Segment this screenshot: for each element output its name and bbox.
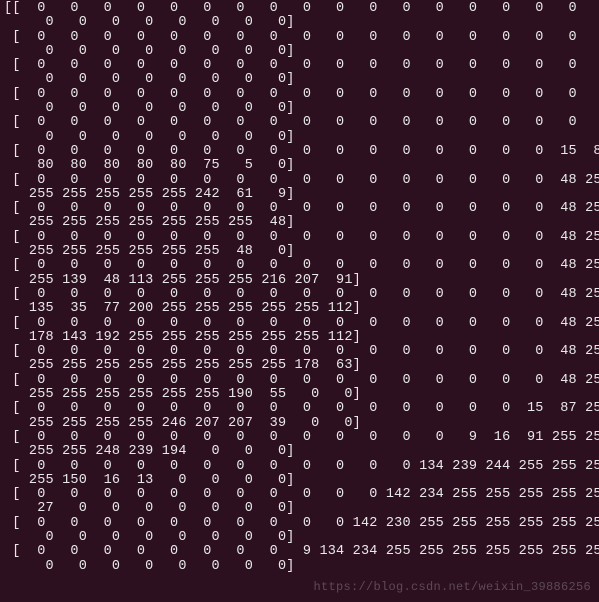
matrix-line: 255 255 255 255 255 255 255 48]: [4, 216, 599, 230]
matrix-line: [ 0 0 0 0 0 0 0 0 0 0 0 0 0 0 0 0 48 255…: [4, 288, 599, 302]
matrix-line: 0 0 0 0 0 0 0 0]: [4, 73, 599, 87]
matrix-line: [ 0 0 0 0 0 0 0 0 0 0 0 0 0 0 0 0 48 255…: [4, 317, 599, 331]
matrix-line: [ 0 0 0 0 0 0 0 0 0 0 0 0 0 0 0 0 0 0 0 …: [4, 31, 599, 45]
watermark-text: https://blog.csdn.net/weixin_39886256: [313, 581, 591, 594]
matrix-line: 255 255 255 255 255 242 61 9]: [4, 188, 599, 202]
matrix-line: 255 255 255 255 246 207 207 39 0 0]: [4, 417, 599, 431]
matrix-line: 255 139 48 113 255 255 255 216 207 91]: [4, 274, 599, 288]
matrix-line: [ 0 0 0 0 0 0 0 0 0 0 0 0 0 0 0 0 48 255…: [4, 231, 599, 245]
matrix-line: 0 0 0 0 0 0 0 0]: [4, 131, 599, 145]
matrix-line: 0 0 0 0 0 0 0 0]: [4, 45, 599, 59]
matrix-line: [ 0 0 0 0 0 0 0 0 0 0 0 142 234 255 255 …: [4, 488, 599, 502]
terminal-output: [[ 0 0 0 0 0 0 0 0 0 0 0 0 0 0 0 0 0 0 0…: [4, 2, 599, 574]
matrix-line: 255 150 16 13 0 0 0 0]: [4, 474, 599, 488]
matrix-line: [ 0 0 0 0 0 0 0 0 0 0 0 0 134 239 244 25…: [4, 460, 599, 474]
matrix-line: [[ 0 0 0 0 0 0 0 0 0 0 0 0 0 0 0 0 0 0 0…: [4, 2, 599, 16]
matrix-line: [ 0 0 0 0 0 0 0 0 0 0 0 0 0 0 0 0 48 255…: [4, 174, 599, 188]
matrix-line: [ 0 0 0 0 0 0 0 0 0 0 0 0 0 0 0 0 48 255…: [4, 259, 599, 273]
matrix-line: [ 0 0 0 0 0 0 0 0 0 0 0 0 0 0 0 0 48 255…: [4, 374, 599, 388]
matrix-line: 178 143 192 255 255 255 255 255 255 112]: [4, 331, 599, 345]
matrix-line: 135 35 77 200 255 255 255 255 255 112]: [4, 302, 599, 316]
matrix-line: [ 0 0 0 0 0 0 0 0 0 0 0 0 0 0 0 0 48 255…: [4, 202, 599, 216]
matrix-line: [ 0 0 0 0 0 0 0 0 0 0 0 0 0 0 0 0 0 0 0 …: [4, 116, 599, 130]
matrix-line: [ 0 0 0 0 0 0 0 0 0 0 0 0 0 9 16 91 255 …: [4, 431, 599, 445]
matrix-line: 80 80 80 80 80 75 5 0]: [4, 159, 599, 173]
matrix-line: 0 0 0 0 0 0 0 0]: [4, 531, 599, 545]
matrix-line: [ 0 0 0 0 0 0 0 0 0 0 0 0 0 0 0 0 48 255…: [4, 345, 599, 359]
matrix-line: 255 255 248 239 194 0 0 0]: [4, 445, 599, 459]
matrix-line: [ 0 0 0 0 0 0 0 0 0 0 0 0 0 0 0 0 0 0 0 …: [4, 59, 599, 73]
matrix-line: [ 0 0 0 0 0 0 0 0 9 134 234 255 255 255 …: [4, 545, 599, 559]
matrix-line: 0 0 0 0 0 0 0 0]: [4, 16, 599, 30]
matrix-line: 255 255 255 255 255 255 190 55 0 0]: [4, 388, 599, 402]
matrix-line: 0 0 0 0 0 0 0 0]: [4, 102, 599, 116]
matrix-line: 0 0 0 0 0 0 0 0]: [4, 560, 599, 574]
matrix-line: [ 0 0 0 0 0 0 0 0 0 0 0 0 0 0 0 0 0 0 0 …: [4, 88, 599, 102]
matrix-line: 27 0 0 0 0 0 0 0]: [4, 502, 599, 516]
matrix-line: 255 255 255 255 255 255 255 255 178 63]: [4, 359, 599, 373]
matrix-line: [ 0 0 0 0 0 0 0 0 0 0 0 0 0 0 0 0 15 80 …: [4, 145, 599, 159]
matrix-line: 255 255 255 255 255 255 48 0]: [4, 245, 599, 259]
matrix-line: [ 0 0 0 0 0 0 0 0 0 0 142 230 255 255 25…: [4, 517, 599, 531]
matrix-line: [ 0 0 0 0 0 0 0 0 0 0 0 0 0 0 0 15 87 25…: [4, 402, 599, 416]
